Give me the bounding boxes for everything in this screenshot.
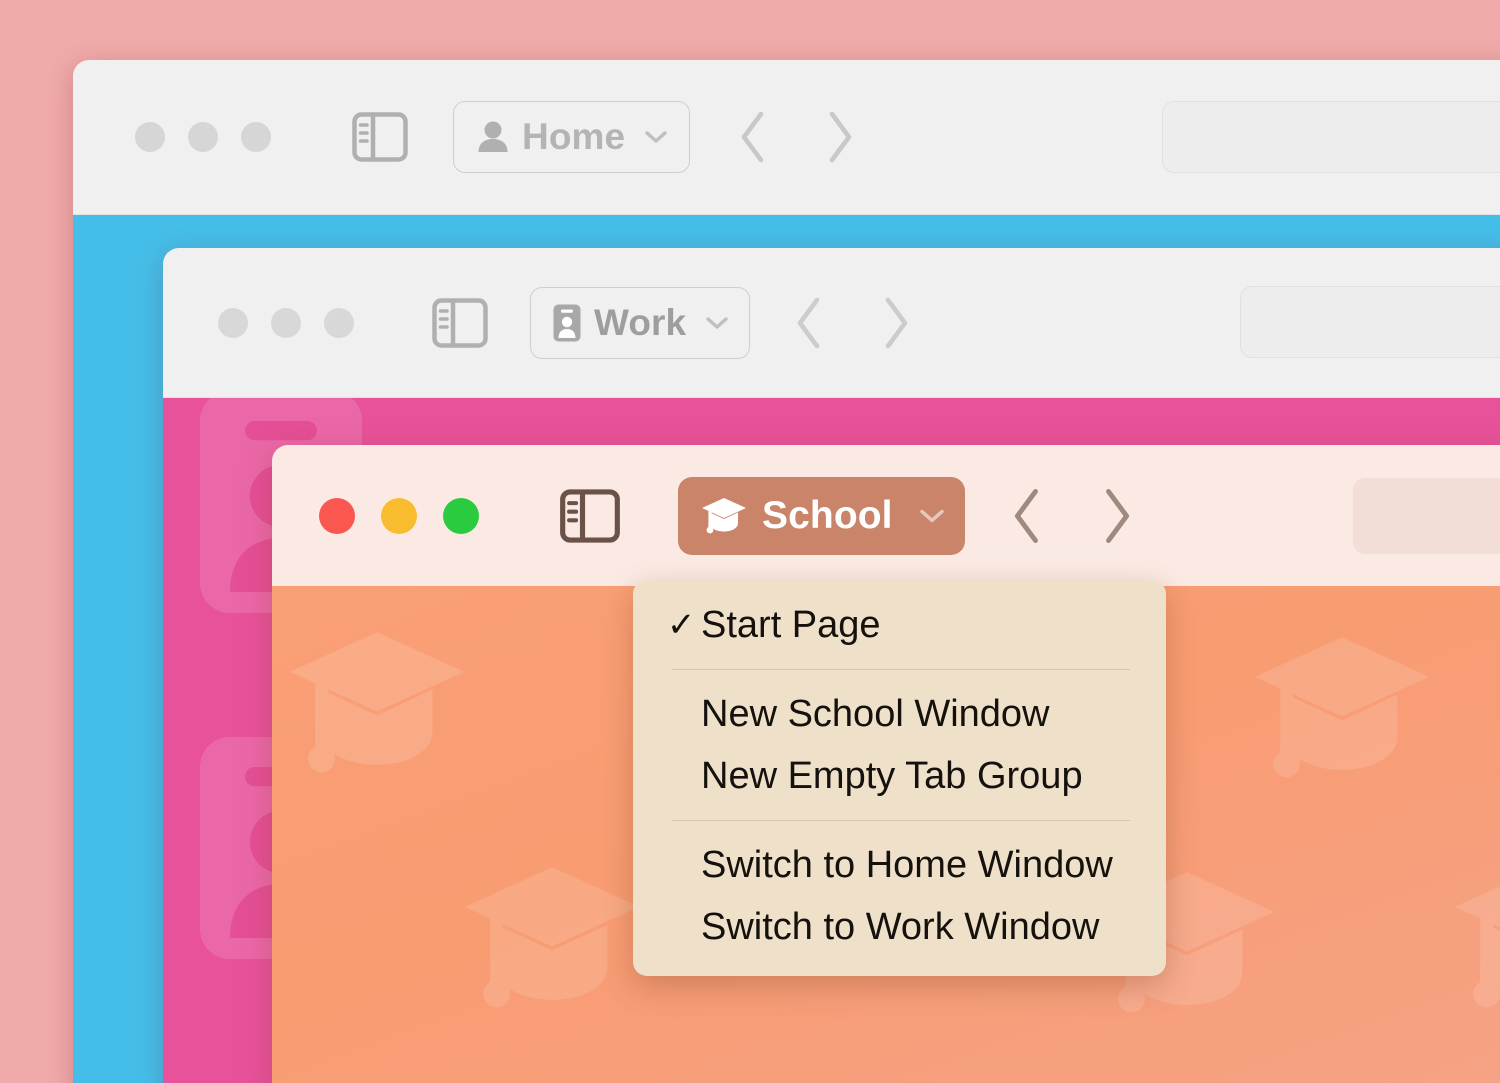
- navigation-controls-work: [794, 296, 911, 350]
- back-button[interactable]: [738, 110, 768, 164]
- chevron-down-icon: [645, 131, 667, 143]
- forward-button[interactable]: [825, 110, 855, 164]
- titlebar-work: Work: [163, 248, 1500, 398]
- maximize-button[interactable]: [443, 497, 479, 534]
- traffic-lights-home: [135, 122, 271, 152]
- sidebar-toggle-icon: [560, 488, 620, 543]
- minimize-button[interactable]: [188, 122, 218, 152]
- back-button[interactable]: [1011, 487, 1043, 545]
- close-button[interactable]: [319, 497, 355, 534]
- menu-item-new-school-window[interactable]: New School Window: [633, 683, 1166, 745]
- tab-group-dropdown-menu[interactable]: ✓ Start Page New School Window New Empty…: [633, 580, 1166, 976]
- navigation-controls-home: [738, 110, 855, 164]
- forward-button[interactable]: [1101, 487, 1133, 545]
- menu-item-switch-to-work-window[interactable]: Switch to Work Window: [633, 896, 1166, 958]
- forward-button[interactable]: [881, 296, 911, 350]
- titlebar-school: School: [272, 445, 1500, 586]
- navigation-controls-school: [1011, 487, 1133, 545]
- profile-label-school: School: [762, 493, 893, 537]
- address-field-work[interactable]: [1240, 286, 1500, 358]
- profile-label-work: Work: [594, 301, 687, 343]
- watermark-graduation-cap: [1447, 851, 1500, 1026]
- checkmark-icon: ✓: [667, 606, 696, 644]
- sidebar-toggle-icon: [352, 112, 408, 162]
- address-field-home[interactable]: [1162, 101, 1500, 173]
- sidebar-toggle-button-school[interactable]: [560, 488, 620, 543]
- person-icon: [478, 121, 508, 152]
- menu-separator: [672, 669, 1130, 670]
- titlebar-home: Home: [73, 60, 1500, 215]
- contact-card-icon: [553, 304, 581, 341]
- chevron-down-icon: [919, 509, 944, 522]
- close-button[interactable]: [135, 122, 165, 152]
- profile-tab-group-button-school[interactable]: School: [678, 476, 965, 555]
- menu-item-new-empty-tab-group[interactable]: New Empty Tab Group: [633, 745, 1166, 807]
- back-button[interactable]: [794, 296, 824, 350]
- profile-tab-group-button-work[interactable]: Work: [530, 286, 751, 359]
- maximize-button[interactable]: [241, 122, 271, 152]
- desktop-background: Home Work School ✓ Start Page New School…: [0, 0, 1500, 1083]
- sidebar-toggle-icon: [432, 297, 488, 348]
- close-button[interactable]: [218, 307, 248, 338]
- watermark-graduation-cap: [282, 616, 472, 791]
- sidebar-toggle-button-work[interactable]: [432, 297, 488, 348]
- graduation-cap-icon: [702, 497, 746, 533]
- sidebar-toggle-button-home[interactable]: [352, 112, 408, 162]
- menu-item-switch-to-home-window[interactable]: Switch to Home Window: [633, 834, 1166, 896]
- menu-separator: [672, 820, 1130, 821]
- profile-label-home: Home: [522, 116, 626, 157]
- minimize-button[interactable]: [381, 497, 417, 534]
- traffic-lights-school: [319, 497, 479, 534]
- address-field-school[interactable]: [1353, 478, 1500, 554]
- watermark-graduation-cap: [1247, 621, 1437, 796]
- minimize-button[interactable]: [271, 307, 301, 338]
- menu-item-start-page[interactable]: ✓ Start Page: [633, 594, 1166, 656]
- chevron-down-icon: [706, 316, 728, 329]
- watermark-graduation-cap: [457, 851, 647, 1026]
- traffic-lights-work: [218, 307, 354, 338]
- maximize-button[interactable]: [324, 307, 354, 338]
- profile-tab-group-button-home[interactable]: Home: [453, 101, 691, 173]
